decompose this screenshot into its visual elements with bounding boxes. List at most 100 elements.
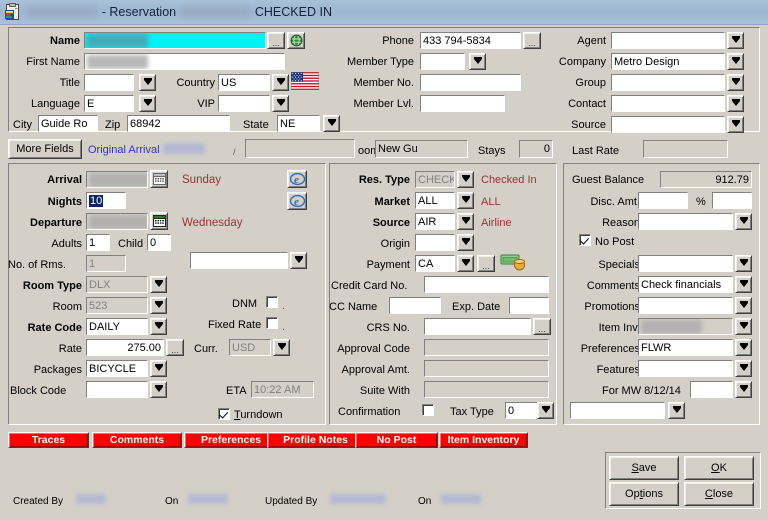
zip-input[interactable]: 68942 — [127, 115, 230, 132]
title-input[interactable] — [84, 74, 134, 91]
features-input[interactable] — [638, 360, 733, 377]
vip-dropdown-button[interactable] — [272, 95, 289, 112]
status-tab-traces[interactable]: Traces — [8, 432, 89, 448]
promotions-dropdown-button[interactable] — [735, 297, 752, 314]
more-fields-button[interactable]: More Fields — [8, 139, 82, 159]
state-input[interactable]: NE — [277, 115, 320, 132]
origin-input[interactable] — [415, 234, 455, 251]
status-tab-comments[interactable]: Comments — [92, 432, 182, 448]
exp-date-input[interactable] — [509, 297, 549, 314]
item-inv-dropdown-button[interactable] — [735, 318, 752, 335]
member-lvl-input[interactable] — [420, 95, 505, 112]
res-source-dropdown-button[interactable] — [457, 213, 474, 230]
res-type-input[interactable]: CHECKED IN — [415, 171, 455, 188]
block-code-input[interactable] — [86, 381, 148, 398]
member-type-dropdown-button[interactable] — [469, 53, 486, 70]
stay-extra-combo-input[interactable] — [190, 252, 288, 269]
no-of-rms-input[interactable]: 1 — [86, 255, 126, 272]
arrival-browser-button[interactable]: e — [287, 170, 307, 188]
nights-browser-button[interactable]: e — [287, 192, 307, 210]
block-code-dropdown-button[interactable] — [150, 381, 167, 398]
state-dropdown-button[interactable] — [323, 115, 340, 132]
crs-no-lookup-button[interactable]: ... — [533, 318, 551, 335]
room-type-input[interactable]: DLX — [86, 276, 148, 293]
arrival-calendar-button[interactable] — [150, 170, 168, 188]
comments-input[interactable]: Check financials — [638, 276, 733, 293]
financials-bottom-combo-dropdown-button[interactable] — [668, 402, 685, 419]
payment-input[interactable]: CA — [415, 255, 455, 272]
phone-input[interactable]: 433 794-5834 — [420, 32, 521, 49]
member-no-input[interactable] — [420, 74, 521, 91]
agent-dropdown-button[interactable] — [727, 32, 744, 49]
options-button[interactable]: Options — [609, 482, 679, 506]
credit-card-no-input[interactable] — [424, 276, 549, 293]
group-dropdown-button[interactable] — [727, 74, 744, 91]
rate-lookup-button[interactable]: ... — [166, 339, 184, 356]
res-source-input[interactable]: AIR — [415, 213, 455, 230]
specials-input[interactable] — [638, 255, 733, 272]
preferences-input[interactable]: FLWR — [638, 339, 733, 356]
room-input[interactable]: 523 — [86, 297, 148, 314]
child-input[interactable]: 0 — [147, 234, 171, 251]
turndown-checkbox[interactable] — [218, 408, 230, 420]
disc-percent-input[interactable] — [712, 192, 752, 209]
country-input[interactable]: US — [218, 74, 270, 91]
cc-name-input[interactable] — [389, 297, 441, 314]
ok-button[interactable]: OK — [684, 456, 754, 480]
packages-dropdown-button[interactable] — [150, 360, 167, 377]
features-dropdown-button[interactable] — [735, 360, 752, 377]
close-button[interactable]: Close — [684, 482, 754, 506]
rate-code-input[interactable]: DAILY — [86, 318, 148, 335]
disc-amt-input[interactable] — [638, 192, 688, 209]
company-input[interactable]: Metro Design — [611, 53, 725, 70]
business-source-dropdown-button[interactable] — [727, 116, 744, 133]
dnm-checkbox[interactable] — [266, 296, 278, 308]
contact-dropdown-button[interactable] — [727, 95, 744, 112]
curr-dropdown-button[interactable] — [273, 339, 290, 356]
payment-lookup-button[interactable]: ... — [477, 255, 495, 272]
language-dropdown-button[interactable] — [139, 95, 156, 112]
rate-code-dropdown-button[interactable] — [150, 318, 167, 335]
company-dropdown-button[interactable] — [727, 53, 744, 70]
for-mw-input[interactable] — [690, 381, 733, 398]
subheader-extra-input[interactable] — [245, 139, 355, 158]
market-input[interactable]: ALL — [415, 192, 455, 209]
origin-dropdown-button[interactable] — [457, 234, 474, 251]
for-mw-dropdown-button[interactable] — [735, 381, 752, 398]
stay-extra-combo-dropdown-button[interactable] — [290, 252, 307, 269]
room-dropdown-button[interactable] — [150, 297, 167, 314]
preferences-dropdown-button[interactable] — [735, 339, 752, 356]
tax-type-input[interactable]: 0 — [505, 402, 541, 419]
adults-input[interactable]: 1 — [86, 234, 110, 251]
departure-input[interactable]: REDACTED — [86, 213, 148, 230]
curr-input[interactable]: USD — [229, 339, 271, 356]
rate-input[interactable]: 275.00 — [86, 339, 164, 356]
arrival-input[interactable]: REDACTED — [86, 171, 148, 188]
financials-bottom-combo-input[interactable] — [570, 402, 665, 419]
first-name-input[interactable]: REDACTED — [84, 53, 285, 70]
specials-dropdown-button[interactable] — [735, 255, 752, 272]
business-source-input[interactable] — [611, 116, 725, 133]
confirmation-checkbox[interactable] — [422, 404, 434, 416]
vip-input[interactable] — [218, 95, 270, 112]
no-post-checkbox[interactable] — [579, 234, 591, 246]
title-dropdown-button[interactable] — [139, 74, 156, 91]
name-input[interactable]: REDACTED — [84, 32, 266, 49]
nights-input[interactable]: 10 — [86, 192, 126, 209]
eta-input[interactable]: 10:22 AM — [251, 381, 314, 398]
name-lookup-button[interactable]: ... — [267, 32, 285, 49]
agent-input[interactable] — [611, 32, 725, 49]
comments-dropdown-button[interactable] — [735, 276, 752, 293]
contact-input[interactable] — [611, 95, 725, 112]
room-type-dropdown-button[interactable] — [150, 276, 167, 293]
reason-dropdown-button[interactable] — [735, 213, 752, 230]
payment-dropdown-button[interactable] — [457, 255, 474, 272]
status-tab-item-inventory[interactable]: Item Inventory — [439, 432, 528, 448]
country-dropdown-button[interactable] — [272, 74, 289, 91]
reason-input[interactable] — [638, 213, 733, 230]
packages-input[interactable]: BICYCLE — [86, 360, 148, 377]
save-button[interactable]: Save — [609, 456, 679, 480]
status-tab-profile-notes[interactable]: Profile Notes — [267, 432, 364, 448]
departure-calendar-button[interactable] — [150, 212, 168, 230]
res-type-dropdown-button[interactable] — [457, 171, 474, 188]
